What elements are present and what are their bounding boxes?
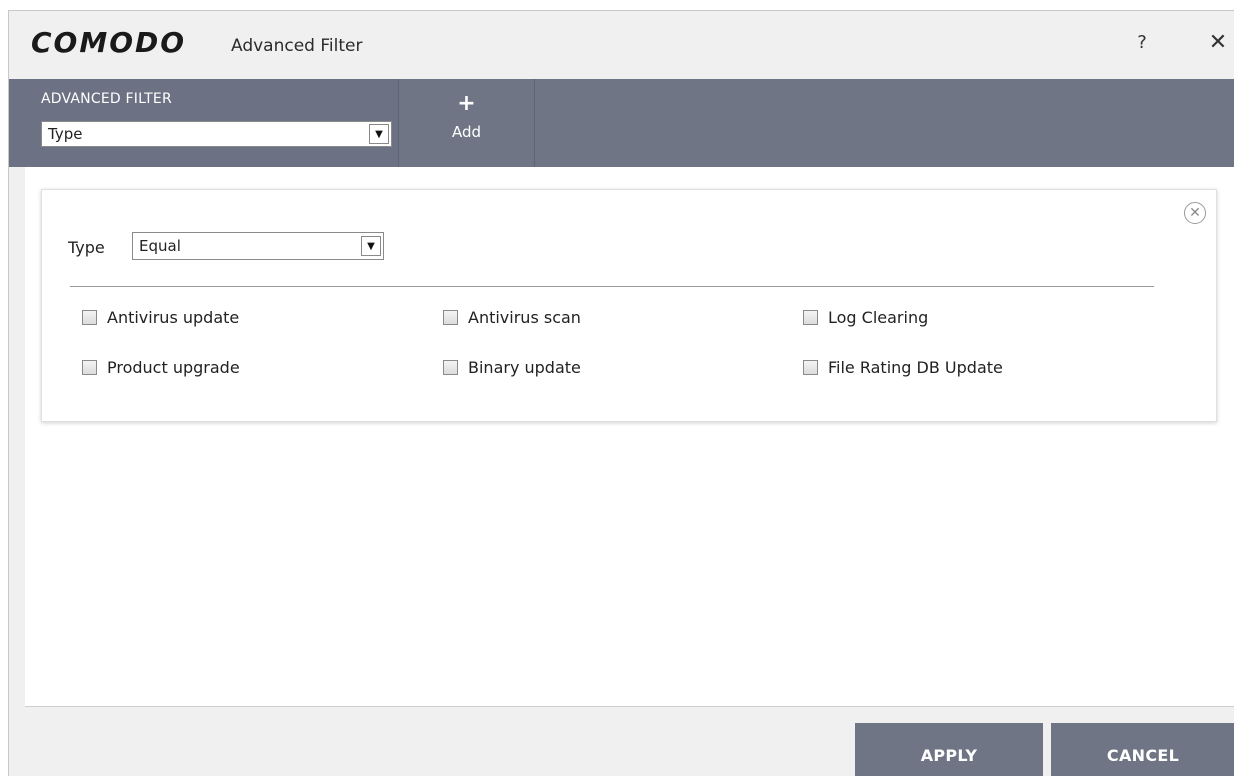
filter-type-dropdown[interactable]: Type ▼ [41,121,392,147]
checkbox-antivirus-update[interactable]: Antivirus update [82,308,239,327]
remove-filter-icon[interactable]: ✕ [1184,202,1206,224]
plus-icon: + [457,91,476,116]
type-label: Type [68,238,105,257]
type-condition-value: Equal [139,237,181,255]
comodo-logo: COMODO [31,26,187,59]
filter-type-value: Type [48,125,83,143]
dropdown-arrow-icon[interactable]: ▼ [369,124,389,144]
type-condition-dropdown[interactable]: Equal ▼ [132,232,384,260]
close-window-button[interactable]: ✕ [1201,25,1234,59]
checkbox-product-upgrade[interactable]: Product upgrade [82,358,240,377]
checkbox[interactable] [803,310,818,325]
title-bar: COMODO Advanced Filter ? ✕ [9,11,1234,79]
checkbox-label: Product upgrade [107,358,240,377]
help-button[interactable]: ? [1125,25,1159,59]
advanced-filter-window: COMODO Advanced Filter ? ✕ ADVANCED FILT… [8,10,1234,776]
checkbox-label: File Rating DB Update [828,358,1003,377]
cancel-button[interactable]: CANCEL [1051,723,1234,776]
apply-button[interactable]: APPLY [855,723,1043,776]
add-label: Add [451,123,482,141]
checkbox-antivirus-scan[interactable]: Antivirus scan [443,308,581,327]
checkbox[interactable] [82,310,97,325]
checkbox[interactable] [443,360,458,375]
checkbox[interactable] [443,310,458,325]
checkbox-label: Antivirus update [107,308,240,327]
filter-card: ✕ Type Equal ▼ Antivirus update Antiviru… [41,189,1217,422]
toolbar: ADVANCED FILTER Type ▼ + Add [9,79,1234,167]
filter-content-area: ✕ Type Equal ▼ Antivirus update Antiviru… [25,167,1234,707]
toolbar-divider [534,79,535,167]
checkbox-label: Log Clearing [828,308,929,327]
filter-section: ADVANCED FILTER Type ▼ [9,79,398,167]
checkbox-label: Antivirus scan [468,308,581,327]
window-title: Advanced Filter [231,36,363,56]
advanced-filter-heading: ADVANCED FILTER [41,91,172,107]
add-button[interactable]: + Add [399,79,534,167]
checkbox-binary-update[interactable]: Binary update [443,358,581,377]
checkbox[interactable] [803,360,818,375]
dropdown-arrow-icon[interactable]: ▼ [361,236,381,256]
checkbox[interactable] [82,360,97,375]
checkbox-label: Binary update [468,358,581,377]
checkbox-file-rating-db-update[interactable]: File Rating DB Update [803,358,1003,377]
checkbox-log-clearing[interactable]: Log Clearing [803,308,928,327]
card-divider [70,286,1154,287]
